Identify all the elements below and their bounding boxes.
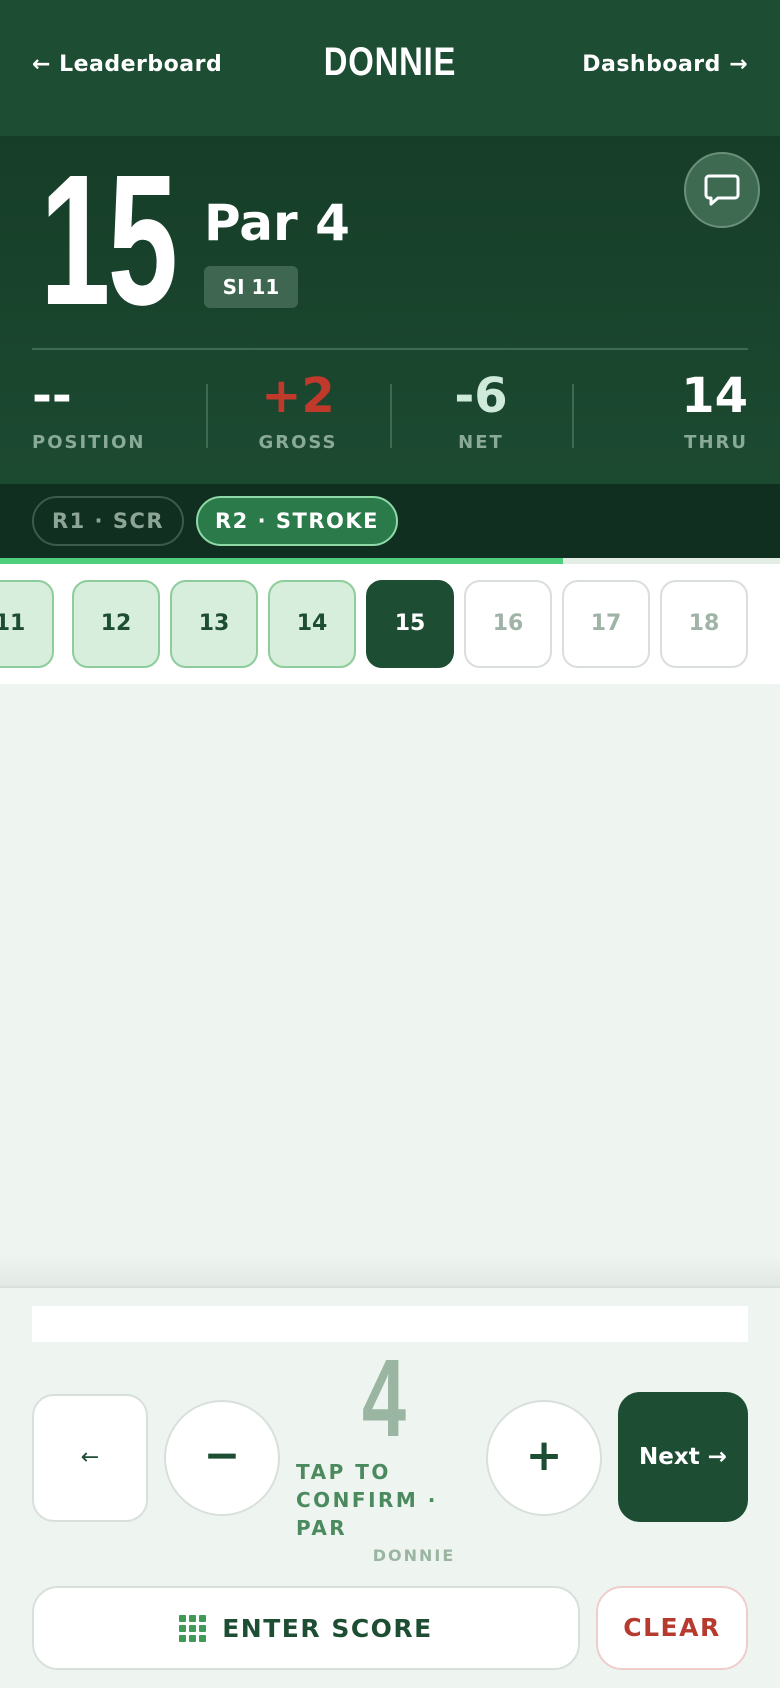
clear-button[interactable]: CLEAR — [596, 1586, 748, 1670]
hole-number: 15 — [40, 137, 178, 344]
hole-chip-17[interactable]: 17 — [562, 580, 650, 668]
panel-shadow — [0, 1256, 780, 1286]
hole-chip-12[interactable]: 12 — [72, 580, 160, 668]
chat-bubble-icon — [704, 174, 740, 206]
position-label: POSITION — [32, 432, 146, 453]
hole-chip-16[interactable]: 16 — [464, 580, 552, 668]
confirm-hint: TAP TO CONFIRM · PAR — [296, 1460, 438, 1540]
hole-selector: 11 12 13 14 15 16 17 18 — [0, 564, 780, 684]
tab-round-1[interactable]: R1 · SCR — [32, 496, 184, 546]
increase-score-button[interactable]: + — [486, 1400, 602, 1516]
hole-chip-13[interactable]: 13 — [170, 580, 258, 668]
keypad-grid-icon — [179, 1614, 207, 1642]
hole-chip-18[interactable]: 18 — [660, 580, 748, 668]
gross-label: GROSS — [258, 432, 338, 453]
position-value: -- — [32, 368, 72, 424]
thru-label: THRU — [684, 432, 748, 453]
top-nav-bar: ← Leaderboard DONNIE Dashboard → — [0, 0, 780, 136]
decrease-score-button[interactable]: − — [164, 1400, 280, 1516]
hole-chip-14[interactable]: 14 — [268, 580, 356, 668]
enter-score-button[interactable]: ENTER SCORE — [32, 1586, 580, 1670]
hole-chip-11[interactable]: 11 — [0, 580, 54, 668]
thru-value: 14 — [681, 368, 748, 424]
score-value[interactable]: 4 — [321, 1344, 448, 1454]
gross-stat: +2 GROSS — [206, 366, 390, 462]
previous-hole-button[interactable]: ← — [32, 1394, 148, 1522]
net-stat: -6 NET — [390, 366, 572, 462]
next-hole-button[interactable]: Next → — [618, 1392, 748, 1522]
round-tabs: R1 · SCR R2 · STROKE — [0, 484, 780, 558]
dashboard-link[interactable]: Dashboard → — [582, 52, 748, 77]
position-stat: -- POSITION — [32, 366, 192, 462]
enter-score-label: ENTER SCORE — [222, 1613, 433, 1643]
hole-header: 15 Par 4 SI 11 -- POSITION +2 GROSS -6 N… — [0, 136, 780, 484]
net-value: -6 — [454, 368, 508, 424]
par-label: Par 4 — [204, 194, 350, 252]
player-name: DONNIE — [372, 1546, 456, 1565]
tab-round-2[interactable]: R2 · STROKE — [196, 496, 398, 546]
stroke-index-badge: SI 11 — [204, 266, 298, 308]
net-label: NET — [458, 432, 504, 453]
gross-value: +2 — [261, 368, 335, 424]
thru-stat: 14 THRU — [572, 366, 748, 462]
hole-chip-15[interactable]: 15 — [366, 580, 454, 668]
header-divider — [32, 348, 748, 350]
chat-button[interactable] — [684, 152, 760, 228]
score-entry-panel: ← − 4 TAP TO CONFIRM · PAR DONNIE + Next… — [0, 1286, 780, 1688]
